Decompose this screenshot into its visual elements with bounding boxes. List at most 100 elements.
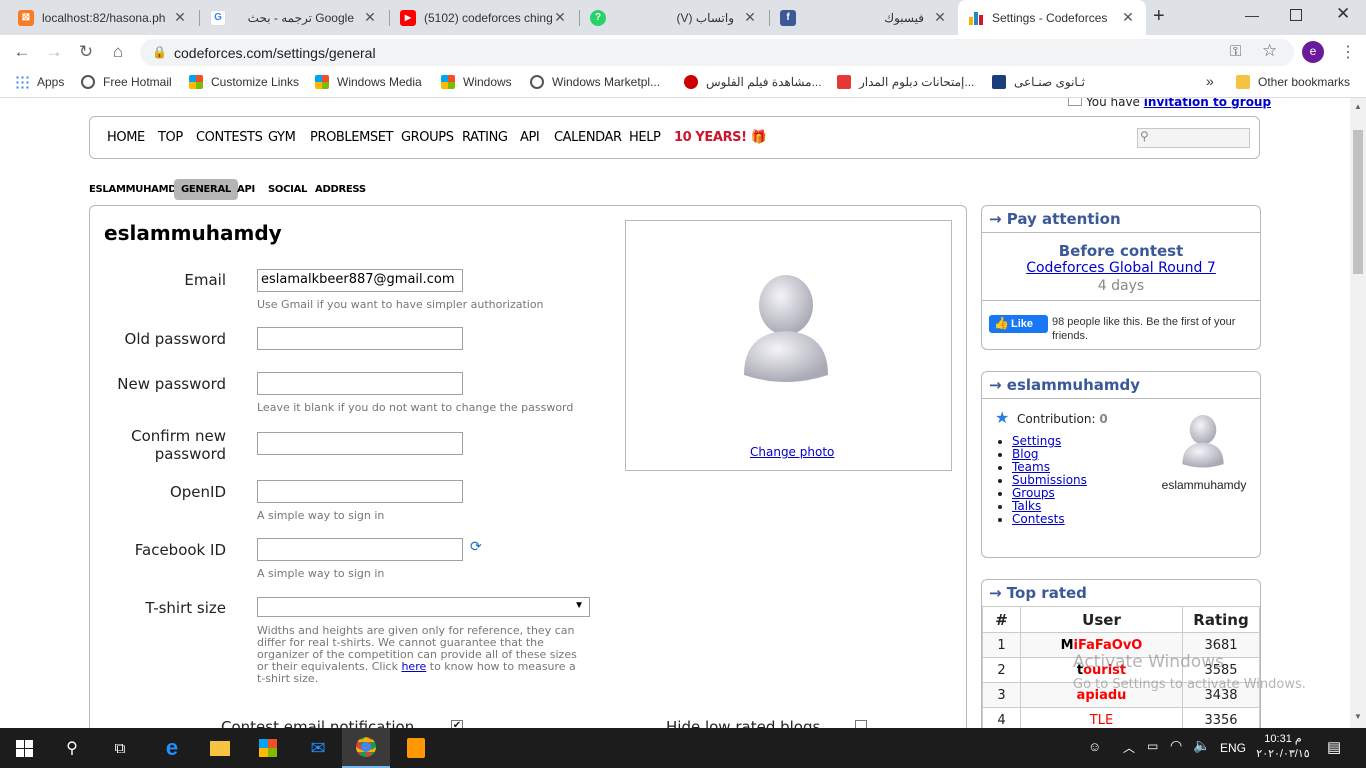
menu-10-years[interactable]: 10 YEARS! 🎁 (674, 130, 767, 145)
menu-top[interactable]: TOP (158, 130, 183, 145)
menu-home[interactable]: HOME (107, 130, 145, 145)
close-tab-icon[interactable]: ✕ (742, 9, 758, 26)
search-icon[interactable]: ⚲ (48, 728, 96, 768)
bookmark-movie[interactable]: مشاهدة فيلم الفلوس... (684, 75, 822, 89)
link-settings[interactable]: Settings (1012, 434, 1061, 448)
contest-email-checkbox[interactable]: ✔ (451, 720, 463, 728)
forward-button[interactable]: → (43, 41, 65, 63)
openid-field[interactable] (257, 480, 463, 503)
subtab-api[interactable]: API (237, 184, 255, 195)
link-contests[interactable]: Contests (1012, 512, 1065, 526)
start-button[interactable] (0, 728, 48, 768)
close-tab-icon[interactable]: ✕ (932, 9, 948, 26)
minimize-button[interactable]: — (1245, 7, 1259, 23)
new-tab-button[interactable]: + (1153, 5, 1165, 28)
subtab-address[interactable]: ADDRESS (315, 184, 366, 195)
new-password-field[interactable] (257, 372, 463, 395)
close-tab-icon[interactable]: ✕ (362, 9, 378, 26)
maximize-button[interactable] (1290, 9, 1302, 21)
change-photo-link[interactable]: Change photo (750, 445, 834, 459)
menu-calendar[interactable]: CALENDAR (554, 130, 622, 145)
people-icon[interactable]: ☺ (1088, 739, 1101, 754)
menu-gym[interactable]: GYM (268, 130, 296, 145)
page-scrollbar[interactable]: ▲ ▼ (1350, 98, 1366, 728)
tab-youtube[interactable]: ▶ (5102) codeforces ching ✕ (390, 0, 578, 35)
close-tab-icon[interactable]: ✕ (1120, 9, 1136, 26)
link-blog[interactable]: Blog (1012, 447, 1039, 461)
facebook-id-field[interactable] (257, 538, 463, 561)
like-count-text: 98 people like this. Be the first of you… (1052, 316, 1236, 342)
bookmark-secondary[interactable]: ثـانوى صنـاعى (992, 75, 1085, 89)
bookmark-exams[interactable]: إمتحانات دبلوم المدار... (837, 75, 974, 89)
kebab-menu-icon[interactable]: ⋮ (1340, 42, 1356, 62)
tshirt-select[interactable]: ▼ (257, 597, 590, 617)
search-input[interactable]: ⚲ (1137, 128, 1250, 148)
wifi-icon[interactable]: ◠ (1170, 737, 1182, 754)
old-password-field[interactable] (257, 327, 463, 350)
bookmark-windows-media[interactable]: Windows Media (315, 75, 422, 89)
link-groups[interactable]: Groups (1012, 486, 1055, 500)
star-icon[interactable]: ☆ (1262, 41, 1277, 61)
menu-help[interactable]: HELP (629, 130, 661, 145)
close-window-button[interactable]: ✕ (1336, 4, 1350, 24)
menu-rating[interactable]: RATING (462, 130, 508, 145)
confirm-password-field[interactable] (257, 432, 463, 455)
task-view-icon[interactable]: ⧉ (96, 728, 144, 768)
bookmark-free-hotmail[interactable]: Free Hotmail (81, 75, 172, 89)
scroll-down-icon[interactable]: ▼ (1354, 712, 1362, 721)
hide-low-rated-checkbox[interactable] (855, 720, 867, 728)
link-teams[interactable]: Teams (1012, 460, 1050, 474)
tab-google[interactable]: G ترجمه - بحث Google ✕ (200, 0, 388, 35)
settings-panel: eslammuhamdy Email eslamalkbeer887@gmail… (89, 205, 967, 728)
subtab-profile[interactable]: ESLAMMUHAMDY (89, 184, 183, 195)
mail-icon[interactable]: ✉ (294, 728, 342, 768)
bookmark-windows[interactable]: Windows (441, 75, 512, 89)
google-icon: G (210, 9, 226, 26)
menu-problemset[interactable]: PROBLEMSET (310, 130, 394, 145)
volume-icon[interactable]: 🔈 (1193, 737, 1210, 754)
refresh-icon[interactable]: ⟳ (470, 538, 482, 555)
scrollbar-thumb[interactable] (1353, 130, 1363, 274)
menu-api[interactable]: API (520, 130, 540, 145)
file-explorer-icon[interactable] (196, 728, 244, 768)
tab-localhost[interactable]: ⊠ localhost:82/hasona.ph ✕ (8, 0, 198, 35)
close-tab-icon[interactable]: ✕ (552, 9, 568, 26)
back-button[interactable]: ← (11, 41, 33, 63)
bookmark-apps[interactable]: Apps (15, 75, 64, 89)
tab-whatsapp[interactable]: ? (V) واتساب ✕ (580, 0, 768, 35)
home-button[interactable]: ⌂ (107, 41, 129, 63)
subtab-social[interactable]: SOCIAL (268, 184, 307, 195)
contest-link[interactable]: Codeforces Global Round 7 (1026, 260, 1216, 276)
other-bookmarks[interactable]: Other bookmarks (1236, 75, 1350, 89)
language-indicator[interactable]: ENG (1220, 741, 1246, 755)
battery-icon[interactable]: ▭ (1147, 739, 1158, 753)
store-icon[interactable] (244, 728, 292, 768)
tshirt-help-link[interactable]: here (401, 660, 426, 673)
close-tab-icon[interactable]: ✕ (172, 9, 188, 26)
reload-button[interactable]: ↻ (75, 41, 97, 63)
scroll-up-icon[interactable]: ▲ (1354, 102, 1362, 111)
link-talks[interactable]: Talks (1012, 499, 1041, 513)
menu-groups[interactable]: GROUPS (401, 130, 454, 145)
chrome-icon[interactable] (342, 728, 390, 768)
address-bar[interactable]: 🔒 codeforces.com/settings/general ⚿ ☆ (140, 39, 1294, 66)
key-icon[interactable]: ⚿ (1230, 43, 1241, 60)
bookmark-customize-links[interactable]: Customize Links (189, 75, 299, 89)
invitation-link[interactable]: invitation to group (1144, 98, 1271, 109)
edge-icon[interactable]: e (148, 728, 196, 768)
tab-facebook[interactable]: f فيسبوك ✕ (770, 0, 958, 35)
sublime-text-icon[interactable] (392, 728, 440, 768)
link-submissions[interactable]: Submissions (1012, 473, 1087, 487)
bookmarks-overflow-button[interactable]: » (1206, 73, 1214, 89)
menu-contests[interactable]: CONTESTS (196, 130, 263, 145)
notifications-icon[interactable]: ▤ (1327, 738, 1341, 756)
profile-avatar[interactable]: e (1302, 41, 1324, 63)
tab-codeforces[interactable]: Settings - Codeforces ✕ (958, 0, 1146, 35)
user-link[interactable]: TLE (1020, 707, 1183, 728)
email-field[interactable]: eslamalkbeer887@gmail.com (257, 269, 463, 292)
clock[interactable]: 10:31 م ٢٠٢٠/٠٣/١٥ (1254, 732, 1312, 762)
bookmark-windows-marketplace[interactable]: Windows Marketpl... (530, 75, 660, 89)
chevron-up-icon[interactable]: ︿ (1123, 739, 1135, 756)
new-password-label: New password (117, 375, 226, 393)
subtab-general[interactable]: GENERAL (174, 179, 238, 200)
